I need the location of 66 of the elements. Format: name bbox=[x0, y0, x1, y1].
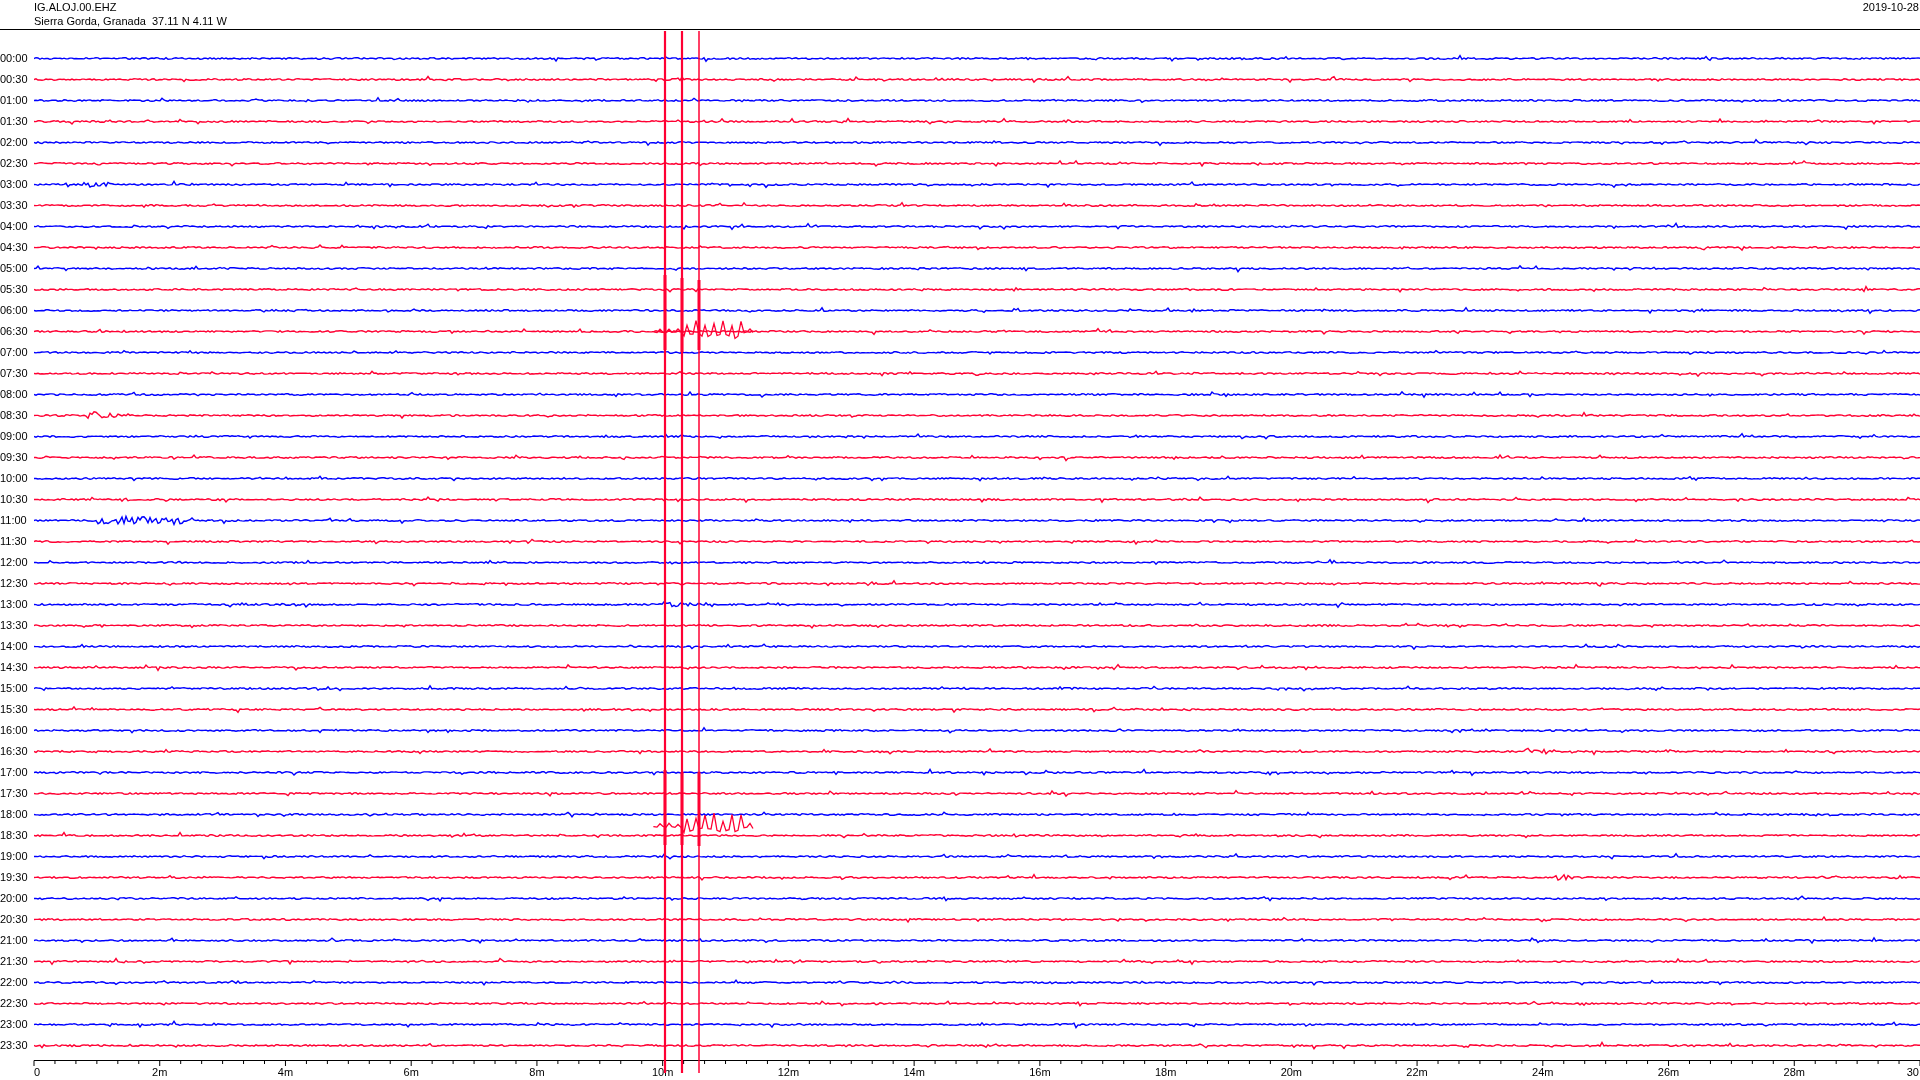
time-label: 01:30 bbox=[0, 115, 29, 128]
axis-tick-label: 16m bbox=[1029, 1066, 1051, 1078]
time-label: 22:00 bbox=[0, 976, 29, 989]
time-label: 17:00 bbox=[0, 766, 29, 779]
time-label: 00:30 bbox=[0, 73, 29, 86]
time-label: 16:30 bbox=[0, 745, 29, 758]
station-location: Sierra Gorda, Granada 37.11 N 4.11 W bbox=[34, 14, 227, 28]
time-label: 10:30 bbox=[0, 493, 29, 506]
time-label: 23:00 bbox=[0, 1018, 29, 1031]
axis-tick-label: 18m bbox=[1154, 1066, 1177, 1078]
time-label: 02:30 bbox=[0, 157, 29, 170]
axis-tick-label: 20m bbox=[1280, 1066, 1303, 1078]
axis-tick-label: 30 bbox=[1906, 1066, 1919, 1078]
time-label: 20:30 bbox=[0, 913, 29, 926]
station-code: IG.ALOJ.00.EHZ bbox=[34, 0, 118, 14]
time-label: 01:00 bbox=[0, 94, 29, 107]
time-label: 06:00 bbox=[0, 304, 29, 317]
time-label: 13:30 bbox=[0, 619, 29, 632]
axis-tick-label: 12m bbox=[777, 1066, 800, 1078]
time-label: 11:30 bbox=[0, 535, 28, 548]
time-label: 00:00 bbox=[0, 52, 29, 65]
time-label: 22:30 bbox=[0, 997, 29, 1010]
time-label: 12:00 bbox=[0, 556, 29, 569]
axis-tick-label: 6m bbox=[403, 1066, 419, 1078]
axis-tick-label: 2m bbox=[152, 1066, 168, 1078]
time-label: 08:00 bbox=[0, 388, 29, 401]
axis-tick-label: 8m bbox=[529, 1066, 545, 1078]
time-label: 05:30 bbox=[0, 283, 29, 296]
time-label: 14:30 bbox=[0, 661, 29, 674]
time-label: 04:00 bbox=[0, 220, 29, 233]
time-label: 07:30 bbox=[0, 367, 29, 380]
time-label: 18:30 bbox=[0, 829, 29, 842]
time-label: 17:30 bbox=[0, 787, 29, 800]
time-label: 09:30 bbox=[0, 451, 29, 464]
time-label: 03:00 bbox=[0, 178, 29, 191]
time-label: 11:00 bbox=[0, 514, 28, 527]
time-label: 19:00 bbox=[0, 850, 29, 863]
time-label: 15:00 bbox=[0, 682, 29, 695]
time-label: 16:00 bbox=[0, 724, 29, 737]
time-label: 03:30 bbox=[0, 199, 29, 212]
time-label: 19:30 bbox=[0, 871, 29, 884]
time-label: 15:30 bbox=[0, 703, 29, 716]
axis-tick-label: 22m bbox=[1406, 1066, 1428, 1078]
time-label: 05:00 bbox=[0, 262, 29, 275]
time-label: 07:00 bbox=[0, 346, 29, 359]
time-label: 21:00 bbox=[0, 934, 29, 947]
time-label: 06:30 bbox=[0, 325, 29, 338]
record-date: 2019-10-28 bbox=[1862, 0, 1920, 15]
axis-tick-label: 4m bbox=[277, 1066, 294, 1078]
axis-tick-label: 0 bbox=[34, 1066, 41, 1078]
time-label: 23:30 bbox=[0, 1039, 29, 1052]
time-label: 18:00 bbox=[0, 808, 29, 821]
time-label: 14:00 bbox=[0, 640, 29, 653]
time-label: 10:00 bbox=[0, 472, 29, 485]
time-label: 21:30 bbox=[0, 955, 29, 968]
time-label: 09:00 bbox=[0, 430, 29, 443]
time-label: 12:30 bbox=[0, 577, 29, 590]
time-label: 08:30 bbox=[0, 409, 29, 422]
axis-tick-label: 24m bbox=[1532, 1066, 1554, 1078]
time-label: 04:30 bbox=[0, 241, 29, 254]
time-label: 13:00 bbox=[0, 598, 29, 611]
axis-tick-label: 14m bbox=[903, 1066, 925, 1078]
time-label: 02:00 bbox=[0, 136, 29, 149]
time-label: 20:00 bbox=[0, 892, 29, 905]
axis-tick-label: 26m bbox=[1657, 1066, 1680, 1078]
axis-tick-label: 28m bbox=[1783, 1066, 1805, 1078]
